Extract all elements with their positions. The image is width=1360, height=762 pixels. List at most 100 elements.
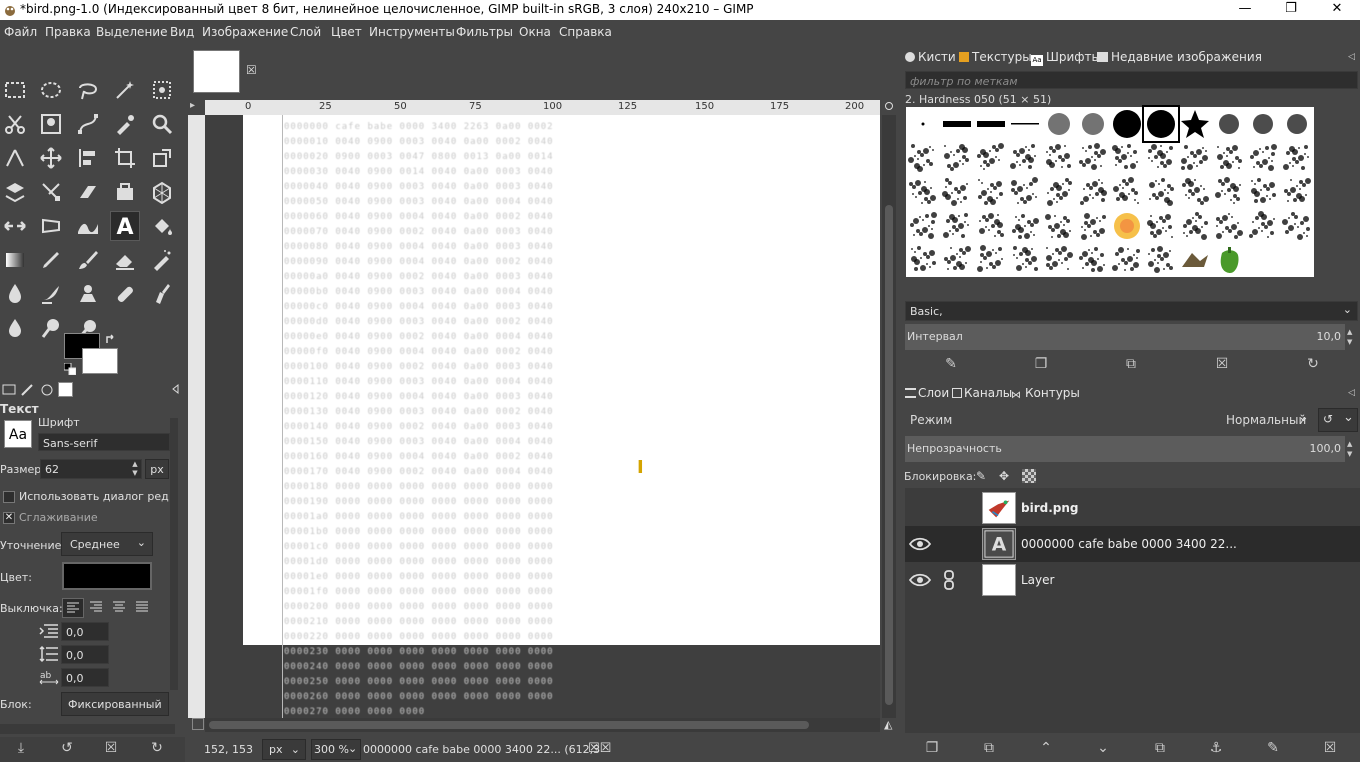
restore-options-icon[interactable]: ↺ xyxy=(56,740,78,760)
brush-thumbnail[interactable] xyxy=(1042,107,1076,141)
heal-icon[interactable] xyxy=(110,279,140,309)
align-icon[interactable] xyxy=(73,143,103,173)
save-options-icon[interactable]: ⤓ xyxy=(10,740,32,760)
menu-help[interactable]: Справка xyxy=(559,25,612,39)
ellipse-select-icon[interactable] xyxy=(36,75,66,105)
brush-thumbnail[interactable] xyxy=(1110,243,1144,277)
measure-icon[interactable] xyxy=(0,143,30,173)
zoom-icon[interactable] xyxy=(147,109,177,139)
menu-select[interactable]: Выделение xyxy=(96,25,167,39)
layer-name[interactable]: bird.png xyxy=(1021,501,1079,515)
warp-transform-icon[interactable] xyxy=(0,177,30,207)
brush-thumbnail[interactable] xyxy=(1076,107,1110,141)
brush-tag-filter[interactable]: фильтр по меткам xyxy=(905,71,1358,89)
layer-name[interactable]: 0000000 cafe babe 0000 3400 22... xyxy=(1021,537,1237,551)
visibility-eye-icon[interactable] xyxy=(908,570,932,590)
swap-colors-icon[interactable] xyxy=(104,333,118,347)
tab-patterns[interactable]: Текстуры xyxy=(959,50,1032,64)
spacing-slider[interactable]: Интервал 10,0 xyxy=(905,324,1345,350)
paintbrush-icon[interactable] xyxy=(73,245,103,275)
menu-tools[interactable]: Инструменты xyxy=(369,25,455,39)
brush-thumbnail[interactable] xyxy=(974,107,1008,141)
images-tab-icon[interactable] xyxy=(58,382,73,397)
lock-position-icon[interactable]: ✥ xyxy=(999,469,1013,483)
new-brush-icon[interactable]: ❐ xyxy=(1030,356,1052,376)
brush-thumbnail[interactable] xyxy=(1212,175,1246,209)
brush-thumbnail[interactable] xyxy=(1246,175,1280,209)
tool-options-scrollbar[interactable] xyxy=(170,418,178,690)
dodge-burn-icon[interactable] xyxy=(36,313,66,343)
canvas-vertical-scrollbar[interactable] xyxy=(882,115,896,718)
menu-edit[interactable]: Правка xyxy=(45,25,91,39)
size-stepper-icon[interactable]: ▲ ▼ xyxy=(130,460,140,478)
foreground-select-icon[interactable] xyxy=(36,109,66,139)
brush-thumbnail[interactable] xyxy=(1212,209,1246,243)
smudge-wave-icon[interactable] xyxy=(73,211,103,241)
maximize-button[interactable]: ❐ xyxy=(1268,0,1314,20)
font-field[interactable]: Sans-serif xyxy=(38,433,170,451)
new-layer-icon[interactable]: ❐ xyxy=(921,740,943,760)
handle-transform-icon[interactable] xyxy=(36,177,66,207)
anchor-layer-icon[interactable]: ⚓ xyxy=(1205,740,1227,760)
cancel-icon[interactable]: ☒☒ xyxy=(588,741,611,756)
brush-thumbnail[interactable] xyxy=(1042,141,1076,175)
perspective-icon[interactable] xyxy=(147,177,177,207)
brush-thumbnail[interactable] xyxy=(1144,141,1178,175)
layer-row[interactable]: Layer xyxy=(905,562,1360,598)
brush-thumbnail[interactable] xyxy=(974,243,1008,277)
edit-brush-icon[interactable]: ✎ xyxy=(940,356,962,376)
brush-thumbnail[interactable] xyxy=(906,243,940,277)
layer-name[interactable]: Layer xyxy=(1021,573,1054,587)
unit-select[interactable]: px ⌄ xyxy=(262,739,306,760)
box-select[interactable]: Фиксированный xyxy=(61,692,169,716)
move-icon[interactable] xyxy=(36,143,66,173)
chain-link-icon[interactable] xyxy=(937,570,961,590)
opacity-stepper-icon[interactable]: ▲ ▼ xyxy=(1347,439,1357,459)
brush-thumbnail[interactable] xyxy=(1110,141,1144,175)
lock-alpha-icon[interactable] xyxy=(1022,469,1036,483)
gradient-icon[interactable] xyxy=(0,245,30,275)
vscroll-thumb[interactable] xyxy=(885,205,893,705)
menu-layer[interactable]: Слой xyxy=(290,25,321,39)
brush-thumbnail[interactable] xyxy=(1246,107,1280,141)
mode-switch-button[interactable]: ↺ ⌄ xyxy=(1318,408,1358,432)
brush-thumbnail[interactable] xyxy=(974,209,1008,243)
quick-mask-toggle-icon[interactable] xyxy=(192,718,204,730)
brush-thumbnail[interactable] xyxy=(1008,209,1042,243)
refresh-brushes-icon[interactable]: ↻ xyxy=(1302,356,1324,376)
brush-thumbnail[interactable] xyxy=(1178,209,1212,243)
brush-thumbnail[interactable] xyxy=(1042,209,1076,243)
mode-select[interactable]: Нормальный xyxy=(1226,413,1306,427)
delete-brush-icon[interactable]: ☒ xyxy=(1211,356,1233,376)
spacing-stepper-icon[interactable]: ▲ ▼ xyxy=(1347,327,1357,347)
justify-fill-icon[interactable] xyxy=(132,598,154,618)
eraser-icon[interactable] xyxy=(110,245,140,275)
duplicate-layer-icon[interactable]: ⧉ xyxy=(1149,740,1171,760)
brush-thumbnail[interactable] xyxy=(1246,141,1280,175)
brush-thumbnail[interactable] xyxy=(1280,209,1314,243)
brush-thumbnail[interactable] xyxy=(1008,141,1042,175)
brush-thumbnail[interactable] xyxy=(940,209,974,243)
tab-fonts[interactable]: Aa Шрифты xyxy=(1031,50,1101,66)
menu-color[interactable]: Цвет xyxy=(331,25,362,39)
brush-thumbnail[interactable] xyxy=(974,141,1008,175)
lock-pixels-icon[interactable]: ✎ xyxy=(976,469,990,483)
color-picker-icon[interactable] xyxy=(110,109,140,139)
image-tab-thumbnail[interactable] xyxy=(193,50,240,93)
airbrush-icon[interactable] xyxy=(147,245,177,275)
text-color-button[interactable] xyxy=(62,562,152,590)
close-image-tab-icon[interactable]: ☒ xyxy=(246,64,258,76)
canvas-horizontal-scrollbar[interactable] xyxy=(205,718,880,732)
smudge-icon[interactable] xyxy=(147,279,177,309)
justify-right-icon[interactable] xyxy=(86,598,108,618)
tab-channels[interactable]: Каналы xyxy=(952,386,1012,400)
default-colors-icon[interactable] xyxy=(63,362,77,376)
brush-thumbnail[interactable] xyxy=(1212,141,1246,175)
crop-icon[interactable] xyxy=(110,143,140,173)
background-color-swatch[interactable] xyxy=(82,348,118,374)
color-select-icon[interactable] xyxy=(147,75,177,105)
duplicate-brush-icon[interactable]: ⧉ xyxy=(1120,356,1142,376)
lasso-icon[interactable] xyxy=(73,75,103,105)
indent-input[interactable]: 0,0 xyxy=(61,622,109,641)
brush-thumbnail[interactable] xyxy=(906,107,940,141)
